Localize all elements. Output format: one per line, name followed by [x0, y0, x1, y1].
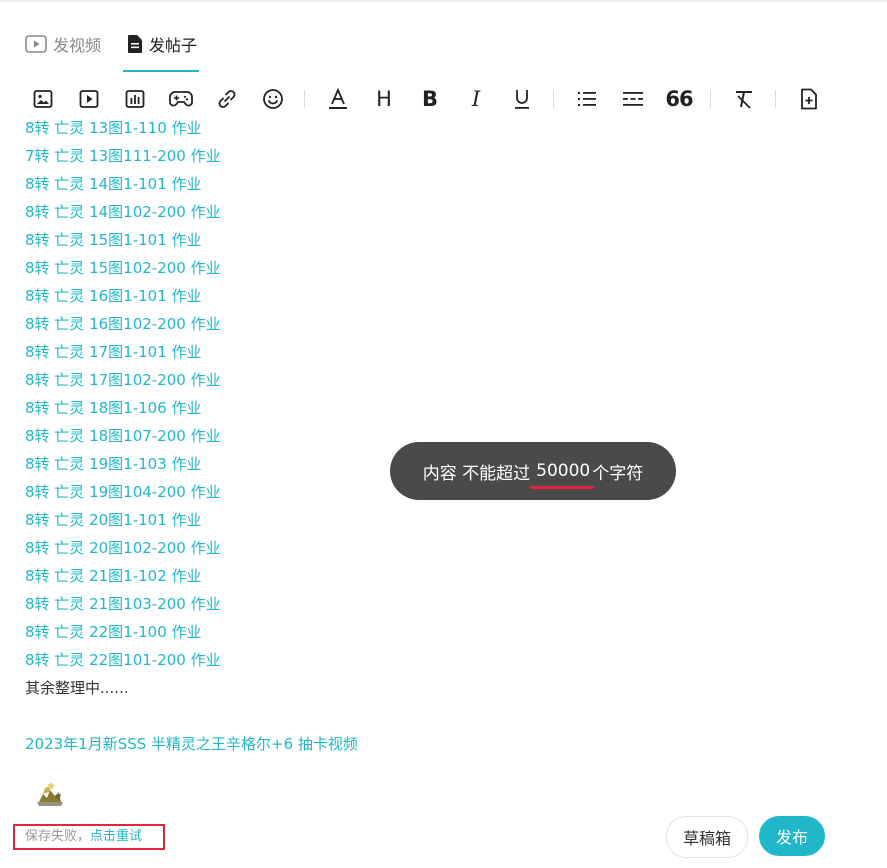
- bold-icon: B: [421, 87, 438, 111]
- tab-label: 发视频: [53, 36, 102, 55]
- content-link-line[interactable]: 8转 亡灵 14图1-101 作业: [25, 170, 358, 198]
- content-link-line[interactable]: 8转 亡灵 17图1-101 作业: [25, 338, 358, 366]
- publish-button[interactable]: 发布: [759, 816, 825, 856]
- insert-chart-button[interactable]: [122, 86, 148, 112]
- content-link-line[interactable]: 8转 亡灵 20图1-101 作业: [25, 506, 358, 534]
- content-link-line[interactable]: 8转 亡灵 22图101-200 作业: [25, 646, 358, 674]
- font-color-icon: [328, 88, 348, 110]
- list-button[interactable]: [574, 86, 600, 112]
- editor-toolbar: H B I 66: [30, 86, 842, 112]
- content-link-line[interactable]: 8转 亡灵 21图103-200 作业: [25, 590, 358, 618]
- toolbar-divider: [710, 90, 711, 108]
- retry-save-link[interactable]: 点击重试: [90, 829, 142, 844]
- gamepad-icon: [169, 90, 193, 108]
- content-link-line[interactable]: 8转 亡灵 19图1-103 作业: [25, 450, 358, 478]
- insert-video-button[interactable]: [76, 86, 102, 112]
- toast-suffix: 个字符: [592, 463, 644, 484]
- content-link-line[interactable]: 8转 亡灵 21图1-102 作业: [25, 562, 358, 590]
- video-icon: [79, 89, 99, 109]
- divider-button[interactable]: [620, 86, 646, 112]
- toolbar-divider: [553, 90, 554, 108]
- list-icon: [576, 89, 598, 109]
- add-document-button[interactable]: [796, 86, 822, 112]
- content-link-line[interactable]: 8转 亡灵 18图107-200 作业: [25, 422, 358, 450]
- heading-button[interactable]: H: [371, 86, 397, 112]
- italic-icon: I: [471, 87, 481, 111]
- add-document-icon: [799, 88, 819, 110]
- link-icon: [216, 88, 238, 110]
- heading-icon: H: [376, 87, 392, 111]
- drafts-button[interactable]: 草稿箱: [666, 816, 748, 858]
- clear-format-button[interactable]: [731, 86, 757, 112]
- toolbar-divider: [775, 90, 776, 108]
- italic-button[interactable]: I: [463, 86, 489, 112]
- tab-label: 发帖子: [149, 36, 198, 55]
- save-status: 保存失败，点击重试: [13, 824, 165, 850]
- insert-emoji-button[interactable]: [260, 86, 286, 112]
- top-divider: [0, 0, 887, 2]
- content-link-line[interactable]: 8转 亡灵 16图102-200 作业: [25, 310, 358, 338]
- clear-format-icon: [733, 88, 755, 110]
- toast-prefix: 内容 不能超过: [422, 463, 531, 484]
- document-icon: [127, 34, 143, 54]
- underline-button[interactable]: [509, 86, 535, 112]
- save-failed-text: 保存失败，: [25, 829, 91, 844]
- content-link-line[interactable]: 8转 亡灵 20图102-200 作业: [25, 534, 358, 562]
- content-link-line[interactable]: 8转 亡灵 15图1-101 作业: [25, 226, 358, 254]
- tab-post-article[interactable]: 发帖子: [123, 30, 200, 72]
- image-icon: [33, 89, 53, 109]
- quote-button[interactable]: 66: [665, 86, 693, 112]
- character-sprite-image: [25, 772, 75, 812]
- char-limit-toast: 内容 不能超过 50000 个字符: [390, 442, 676, 500]
- bold-button[interactable]: B: [417, 86, 443, 112]
- play-square-icon: [25, 35, 47, 53]
- content-link-line[interactable]: 8转 亡灵 17图102-200 作业: [25, 366, 358, 394]
- insert-image-button[interactable]: [30, 86, 56, 112]
- toolbar-divider: [304, 90, 305, 108]
- content-link-line[interactable]: 8转 亡灵 16图1-101 作业: [25, 282, 358, 310]
- insert-game-button[interactable]: [168, 86, 194, 112]
- tab-post-video[interactable]: 发视频: [25, 30, 101, 58]
- chart-icon: [125, 89, 145, 109]
- content-link-line[interactable]: 8转 亡灵 14图102-200 作业: [25, 198, 358, 226]
- content-link-line[interactable]: 8转 亡灵 15图102-200 作业: [25, 254, 358, 282]
- content-link-line[interactable]: 8转 亡灵 18图1-106 作业: [25, 394, 358, 422]
- font-color-button[interactable]: [325, 86, 351, 112]
- content-link-line[interactable]: 7转 亡灵 13图111-200 作业: [25, 142, 358, 170]
- quote-icon: 66: [665, 87, 693, 111]
- underline-icon: [513, 88, 531, 110]
- content-link-line[interactable]: 8转 亡灵 22图1-100 作业: [25, 618, 358, 646]
- post-type-tabs: 发视频 发帖子: [25, 30, 200, 74]
- video-link[interactable]: 2023年1月新SSS 半精灵之王辛格尔+6 抽卡视频: [25, 730, 358, 758]
- content-link-line[interactable]: 8转 亡灵 13图1-110 作业: [25, 116, 358, 142]
- divider-icon: [622, 89, 644, 109]
- emoji-icon: [262, 88, 284, 110]
- editor-content: 8转 亡灵 13图1-110 作业 7转 亡灵 13图111-200 作业 8转…: [25, 116, 358, 812]
- toast-limit-number: 50000: [530, 461, 595, 489]
- content-link-line[interactable]: 8转 亡灵 19图104-200 作业: [25, 478, 358, 506]
- insert-link-button[interactable]: [214, 86, 240, 112]
- content-note: 其余整理中......: [25, 679, 129, 697]
